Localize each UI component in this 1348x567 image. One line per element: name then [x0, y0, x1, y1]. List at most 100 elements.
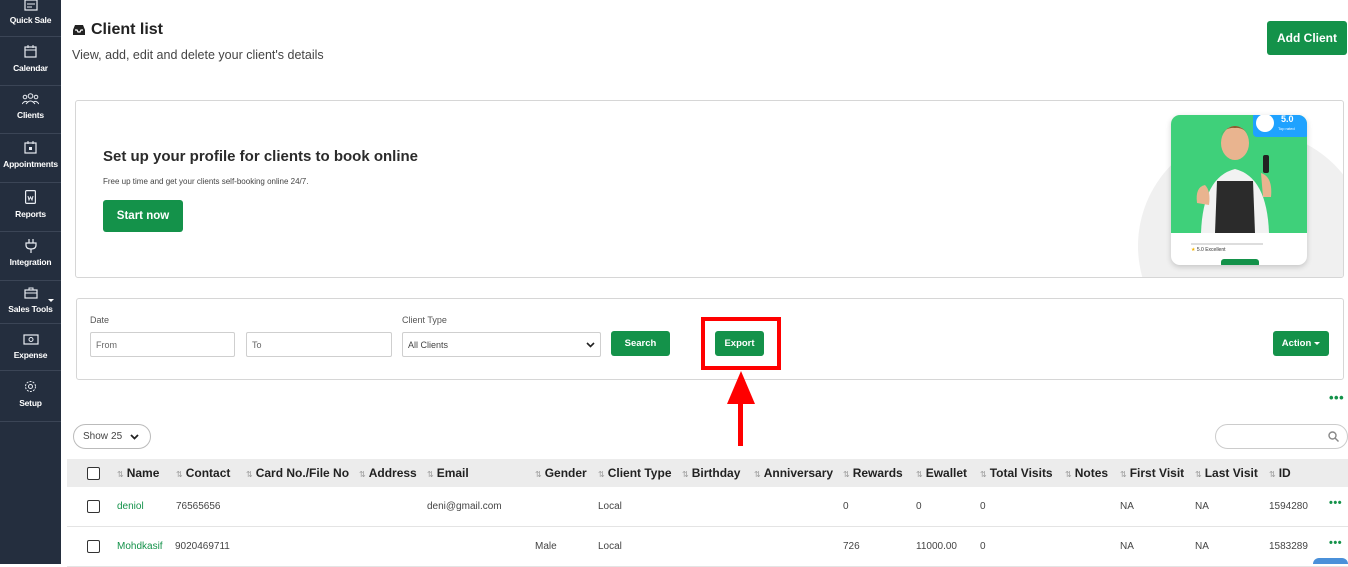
- col-notes[interactable]: ⇅ Notes: [1065, 466, 1108, 480]
- sort-icon: ⇅: [117, 470, 124, 479]
- col-last-visit-label: Last Visit: [1204, 466, 1258, 480]
- sidebar-item-appointments[interactable]: Appointments: [0, 134, 61, 183]
- rating-badge: 5.0 Top rated: [1253, 115, 1307, 137]
- col-gender[interactable]: ⇅ Gender: [535, 466, 587, 480]
- sidebar-item-integration[interactable]: Integration: [0, 232, 61, 281]
- col-contact[interactable]: ⇅ Contact: [176, 466, 230, 480]
- col-client-type-label: Client Type: [607, 466, 672, 480]
- client-type-select[interactable]: All Clients: [402, 332, 601, 357]
- col-first-visit[interactable]: ⇅ First Visit: [1120, 466, 1184, 480]
- cell-email: deni@gmail.com: [427, 501, 502, 512]
- search-icon: [1328, 431, 1339, 442]
- col-ewallet[interactable]: ⇅ Ewallet: [916, 466, 967, 480]
- row-menu-icon[interactable]: •••: [1329, 497, 1342, 509]
- client-type-label: Client Type: [402, 315, 447, 325]
- receipt-icon: [23, 0, 38, 11]
- arrow-up-icon: [727, 371, 755, 404]
- date-to-input[interactable]: To: [246, 332, 392, 357]
- sidebar-item-label: Expense: [13, 350, 48, 360]
- col-email[interactable]: ⇅ Email: [427, 466, 469, 480]
- show-value: 25: [111, 431, 123, 442]
- sidebar-item-sales-tools[interactable]: Sales Tools: [0, 281, 61, 324]
- chevron-down-icon: [586, 341, 595, 348]
- cell-rewards: 726: [843, 541, 860, 552]
- gear-icon: [25, 381, 36, 392]
- sidebar-item-setup[interactable]: Setup: [0, 371, 61, 422]
- rating-sub: Top rated: [1278, 126, 1295, 131]
- sort-icon: ⇅: [535, 470, 542, 479]
- profile-card: 5.0 Top rated ★ 5.0 Excellent: [1171, 115, 1307, 265]
- start-now-button[interactable]: Start now: [103, 200, 183, 232]
- more-options-icon[interactable]: •••: [1329, 390, 1344, 405]
- sort-icon: ⇅: [598, 470, 605, 479]
- search-button[interactable]: Search: [611, 331, 670, 356]
- date-from-input[interactable]: From: [90, 332, 235, 357]
- col-card[interactable]: ⇅ Card No./File No: [246, 466, 349, 480]
- banner-illustration: 5.0 Top rated ★ 5.0 Excellent: [1138, 101, 1343, 277]
- sidebar-item-clients[interactable]: Clients: [0, 86, 61, 134]
- sort-icon: ⇅: [359, 470, 366, 479]
- col-birthday[interactable]: ⇅ Birthday: [682, 466, 740, 480]
- col-email-label: Email: [436, 466, 469, 480]
- cell-ewallet: 0: [916, 501, 922, 512]
- col-gender-label: Gender: [544, 466, 587, 480]
- star-icon: ★: [1191, 247, 1196, 253]
- page-size-select[interactable]: Show 25: [73, 424, 151, 449]
- sidebar-item-reports[interactable]: Reports: [0, 183, 61, 232]
- sidebar-item-expense[interactable]: Expense: [0, 324, 61, 371]
- col-birthday-label: Birthday: [691, 466, 741, 480]
- clients-icon: [22, 93, 39, 105]
- cell-last-visit: NA: [1195, 541, 1209, 552]
- sidebar-item-label: Quick Sale: [9, 15, 52, 25]
- date-label: Date: [90, 315, 110, 325]
- chat-widget-tab[interactable]: [1313, 558, 1348, 564]
- cell-gender: Male: [535, 541, 557, 552]
- col-card-label: Card No./File No: [255, 466, 350, 480]
- action-label: Action: [1281, 338, 1312, 349]
- money-icon: [22, 334, 39, 345]
- col-contact-label: Contact: [185, 466, 231, 480]
- sort-icon: ⇅: [1120, 470, 1127, 479]
- row-checkbox[interactable]: [87, 540, 100, 553]
- col-name[interactable]: ⇅ Name: [117, 466, 159, 480]
- client-name-link[interactable]: deniol: [117, 501, 144, 512]
- col-client-type[interactable]: ⇅ Client Type: [598, 466, 672, 480]
- sidebar-item-calendar[interactable]: Calendar: [0, 37, 61, 86]
- row-checkbox[interactable]: [87, 500, 100, 513]
- col-total-visits-label: Total Visits: [989, 466, 1053, 480]
- sidebar-item-label: Appointments: [3, 159, 58, 169]
- client-name-link[interactable]: Mohdkasif: [117, 541, 163, 552]
- col-anniversary[interactable]: ⇅ Anniversary: [754, 466, 833, 480]
- page-subtitle: View, add, edit and delete your client's…: [72, 48, 324, 62]
- date-to-placeholder: To: [252, 339, 262, 350]
- cell-last-visit: NA: [1195, 501, 1209, 512]
- page-title: Client list: [72, 21, 163, 39]
- col-id[interactable]: ⇅ ID: [1269, 466, 1291, 480]
- col-last-visit[interactable]: ⇅ Last Visit: [1195, 466, 1258, 480]
- table-header: ⇅ Name ⇅ Contact ⇅ Card No./File No ⇅ Addres…: [67, 459, 1348, 487]
- col-notes-label: Notes: [1074, 466, 1109, 480]
- sort-icon: ⇅: [1269, 470, 1276, 479]
- sidebar-item-quick-sale[interactable]: Quick Sale: [0, 0, 61, 37]
- col-id-label: ID: [1278, 466, 1291, 480]
- table-row[interactable]: Mohdkasif 9020469711 Male Local 726 1100…: [67, 527, 1348, 567]
- chevron-down-icon: [130, 433, 139, 440]
- sort-icon: ⇅: [1195, 470, 1202, 479]
- sidebar-item-label: Reports: [15, 209, 46, 219]
- col-total-visits[interactable]: ⇅ Total Visits: [980, 466, 1053, 480]
- inbox-icon: [73, 25, 85, 35]
- add-client-button[interactable]: Add Client: [1267, 21, 1347, 55]
- col-address[interactable]: ⇅ Address: [359, 466, 417, 480]
- sidebar-item-label: Setup: [19, 398, 42, 408]
- select-all-checkbox[interactable]: [87, 467, 100, 480]
- col-rewards[interactable]: ⇅ Rewards: [843, 466, 903, 480]
- sort-icon: ⇅: [754, 470, 761, 479]
- cell-rewards: 0: [843, 501, 849, 512]
- cell-client-type: Local: [598, 501, 622, 512]
- client-type-value: All Clients: [408, 339, 449, 350]
- action-button[interactable]: Action: [1273, 331, 1329, 356]
- table-search-input[interactable]: [1215, 424, 1348, 449]
- sidebar-item-label: Integration: [9, 257, 52, 267]
- table-row[interactable]: deniol 76565656 deni@gmail.com Local 0 0…: [67, 487, 1348, 527]
- row-menu-icon[interactable]: •••: [1329, 537, 1342, 549]
